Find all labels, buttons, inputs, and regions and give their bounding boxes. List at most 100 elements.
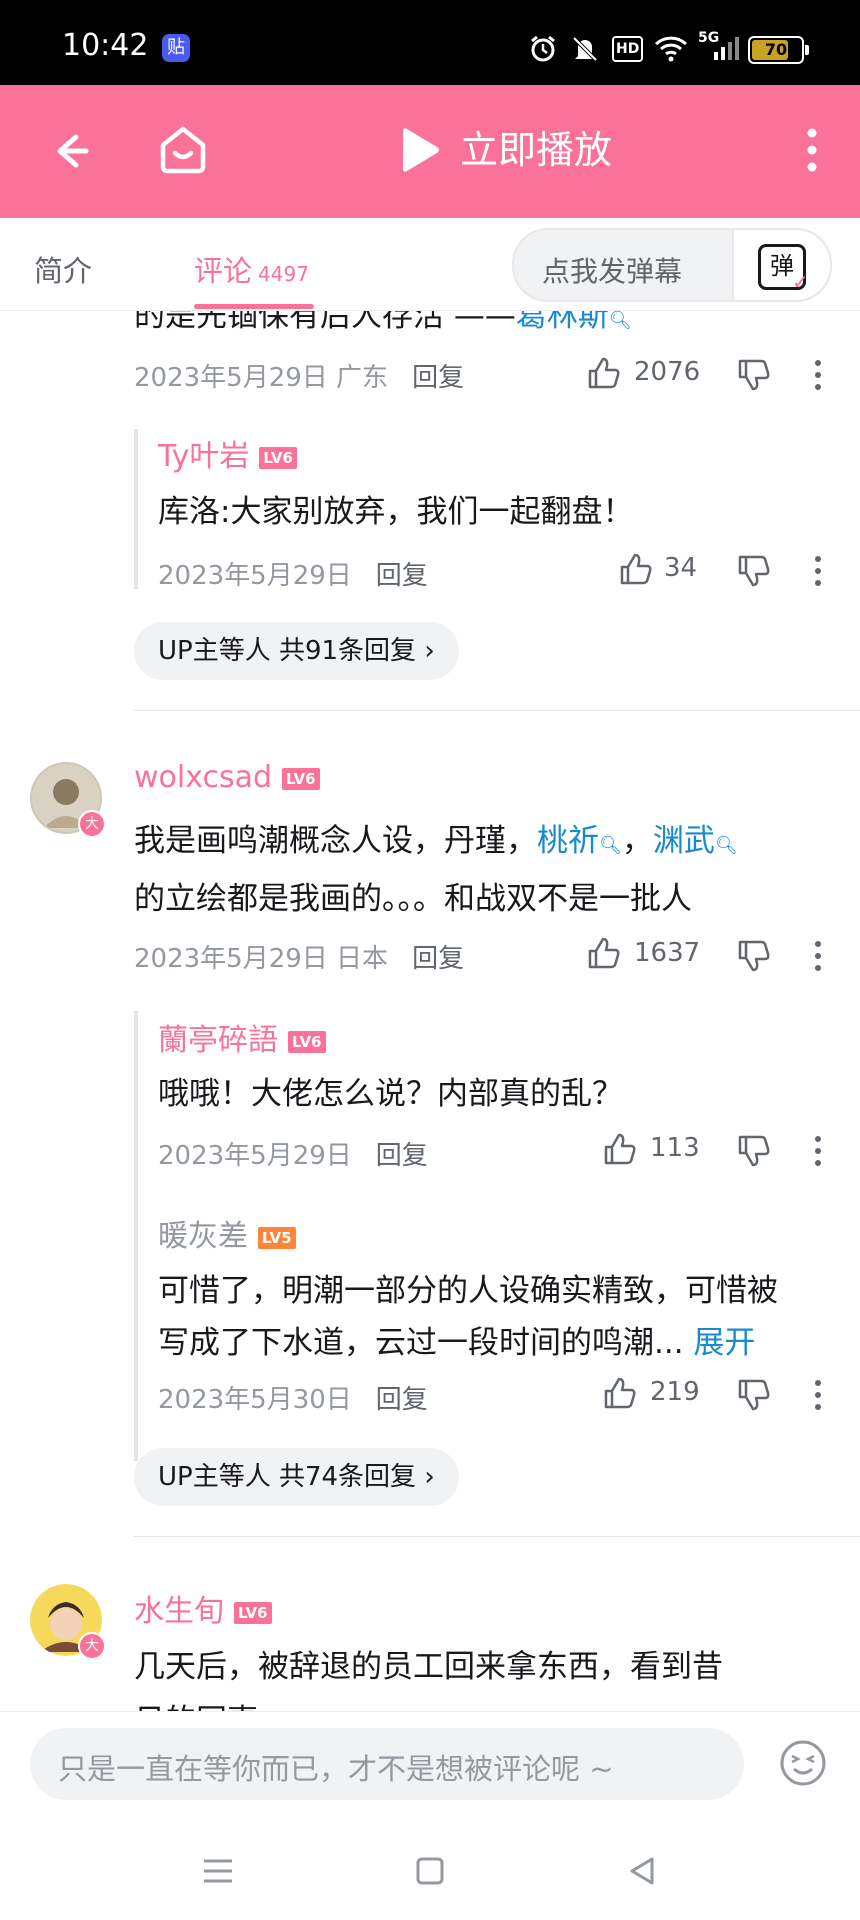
thumbs-down-icon[interactable] (736, 1377, 772, 1413)
comment-text-line: 几天后，被辞退的员工回来拿东西，看到昔 (134, 1649, 723, 1685)
more-options-icon[interactable] (808, 357, 828, 393)
subreply-meta: 2023年5月30日 回复 (158, 1379, 428, 1416)
comment-input[interactable]: 只是一直在等你而已，才不是想被评论呢 ~ (30, 1728, 744, 1800)
thumbs-up-icon[interactable] (602, 1131, 638, 1167)
wifi-icon (654, 34, 688, 69)
reply-button[interactable]: 回复 (412, 363, 464, 393)
alarm-icon (528, 34, 558, 71)
subreply-text-line: 可惜了，明潮一部分的人设确实精致，可惜被 (158, 1273, 778, 1309)
thumbs-down-icon[interactable] (736, 357, 772, 393)
level-badge: LV5 (258, 1226, 296, 1249)
comment-divider (134, 710, 860, 711)
subreply-username[interactable]: 暖灰差 LV5 (158, 1211, 296, 1255)
expand-link[interactable]: 展开 (693, 1325, 755, 1361)
home-square-icon[interactable] (410, 1851, 450, 1891)
search-icon: 🔍︎ (714, 835, 738, 856)
comment-list[interactable]: 的是先锢保有后人存活 ——葛林斯🔍︎ 2023年5月29日 广东 回复 2076 … (0, 311, 860, 1711)
comment-meta: 2023年5月29日 日本 回复 (134, 938, 464, 975)
status-bar: 10:42 贴 HD 5G 70 (0, 0, 860, 85)
comment-username[interactable]: wolxcsad LV6 (134, 760, 320, 795)
subreply-date: 2023年5月29日 (158, 1141, 352, 1171)
menu-icon[interactable] (198, 1851, 238, 1891)
home-icon[interactable] (155, 121, 211, 177)
more-options-icon[interactable] (808, 1377, 828, 1413)
like-count: 219 (650, 1377, 700, 1407)
more-options-icon[interactable] (808, 553, 828, 589)
comment-text-line: 的立绘都是我画的。。。和战双不是一批人 (134, 881, 692, 917)
comment-username[interactable]: 水生旬 LV6 (134, 1586, 272, 1630)
comment-text: 我是画鸣潮概念人设，丹瑾，桃祈🔍︎，渊武🔍︎ (134, 816, 738, 871)
level-badge: LV6 (259, 446, 297, 469)
tab-bar: 简介 评论 4497 点我发弹幕 弹 ✓ (0, 218, 860, 311)
comment-date: 2023年5月29日 日本 (134, 944, 389, 974)
mute-icon (570, 34, 600, 71)
emoji-icon[interactable] (778, 1738, 828, 1788)
subreply-text: 哦哦！大佬怎么说？内部真的乱？ (158, 1076, 623, 1112)
back-arrow-icon[interactable] (42, 123, 98, 179)
more-options-icon[interactable] (808, 938, 828, 974)
subreply-date: 2023年5月29日 (158, 561, 352, 591)
tab-intro[interactable]: 简介 (34, 248, 92, 290)
reply-button[interactable]: 回复 (376, 1141, 428, 1171)
danmu-toggle-button[interactable]: 弹 ✓ (732, 230, 830, 300)
level-badge: LV6 (234, 1601, 272, 1624)
subreply-text-line: 写成了下水道，云过一段时间的鸣潮... (158, 1325, 684, 1361)
check-icon: ✓ (792, 270, 809, 294)
username-text: 蘭亭碎語 (158, 1023, 278, 1058)
subreply-bar (134, 1011, 138, 1461)
comment-meta: 2023年5月29日 广东 回复 (134, 357, 464, 394)
topic-link[interactable]: 渊武 (653, 823, 715, 859)
comment-input-bar: 只是一直在等你而已，才不是想被评论呢 ~ (0, 1711, 860, 1822)
username-text: 水生旬 (134, 1594, 224, 1629)
back-triangle-icon[interactable] (622, 1851, 662, 1891)
thumbs-down-icon[interactable] (736, 938, 772, 974)
play-now-button[interactable]: 立即播放 (460, 125, 612, 175)
reply-button[interactable]: 回复 (412, 944, 464, 974)
thumbs-down-icon[interactable] (736, 553, 772, 589)
play-icon[interactable] (395, 125, 443, 175)
comment-text-line: 日的同事 (134, 1696, 258, 1711)
status-time: 10:42 (62, 28, 149, 63)
username-text: Ty叶岩 (158, 439, 250, 474)
username-text: wolxcsad (134, 760, 273, 795)
tab-active-indicator (194, 304, 314, 309)
topic-link[interactable]: 桃祈 (537, 823, 599, 859)
reply-button[interactable]: 回复 (376, 561, 428, 591)
comment-text-line: 我是画鸣潮概念人设，丹瑾， (134, 823, 537, 859)
reply-button[interactable]: 回复 (376, 1385, 428, 1415)
subreply-text: 库洛:大家别放弃，我们一起翻盘！ (158, 494, 634, 530)
like-count: 113 (650, 1133, 700, 1163)
thumbs-up-icon[interactable] (618, 551, 654, 587)
comment-text: 的是先锢保有后人存活 ——葛林斯🔍︎ (134, 311, 632, 346)
subreply-bar (134, 429, 138, 589)
danmu-input[interactable]: 点我发弹幕 弹 ✓ (512, 228, 832, 302)
comment-date: 2023年5月29日 广东 (134, 363, 389, 393)
subreply-meta: 2023年5月29日 回复 (158, 555, 428, 592)
comment-text-line: 的是先锢保有后人存活 —— (134, 311, 516, 334)
subreply-date: 2023年5月30日 (158, 1385, 352, 1415)
more-options-icon[interactable] (808, 1133, 828, 1169)
like-count: 1637 (634, 938, 701, 968)
app-bar: 立即播放 (0, 85, 860, 218)
app-notification-icon: 贴 (162, 34, 190, 62)
subreply-meta: 2023年5月29日 回复 (158, 1135, 428, 1172)
subreply-username[interactable]: Ty叶岩 LV6 (158, 431, 297, 475)
signal-icon (712, 34, 740, 69)
subreply-username[interactable]: 蘭亭碎語 LV6 (158, 1015, 326, 1059)
topic-link[interactable]: 葛林斯 (516, 311, 609, 334)
thumbs-up-icon[interactable] (586, 935, 622, 971)
view-more-replies-button[interactable]: UP主等人 共74条回复 › (134, 1448, 459, 1506)
system-nav-bar (0, 1821, 860, 1920)
thumbs-up-icon[interactable] (602, 1375, 638, 1411)
tab-comments-label: 评论 (194, 254, 253, 288)
subreply-text: 写成了下水道，云过一段时间的鸣潮... 展开 (158, 1318, 755, 1368)
battery-level: 70 (764, 40, 788, 59)
tab-comments[interactable]: 评论 4497 (194, 248, 309, 290)
vip-badge: 大 (78, 810, 106, 838)
more-menu-icon[interactable] (790, 125, 834, 175)
thumbs-down-icon[interactable] (736, 1133, 772, 1169)
level-badge: LV6 (288, 1030, 326, 1053)
view-more-replies-button[interactable]: UP主等人 共91条回复 › (134, 622, 459, 680)
thumbs-up-icon[interactable] (586, 355, 622, 391)
vip-badge: 大 (78, 1632, 106, 1660)
